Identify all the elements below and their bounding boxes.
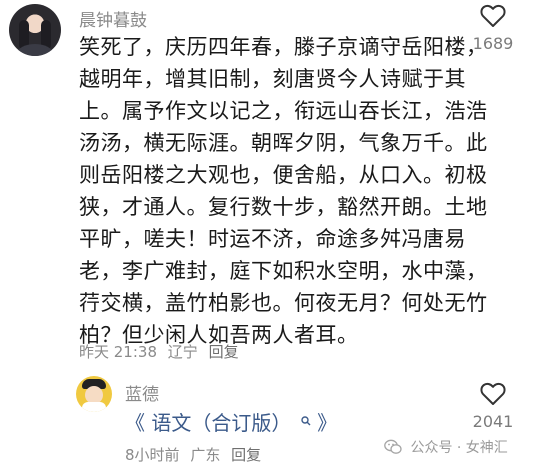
link-bracket-open: 《 [125, 411, 145, 435]
comment-meta: 8小时前 广东 回复 [125, 444, 267, 465]
heart-outline-icon [480, 382, 506, 405]
link-title[interactable]: 语文（合订版） [151, 411, 291, 435]
comment-line: 老，李广难封，庭下如积水空明，水中藻， [79, 259, 488, 283]
avatar[interactable] [9, 4, 61, 56]
comment-line: 笑死了，庆历四年春，滕子京谪守岳阳楼， [79, 35, 488, 59]
comment-line: 汤汤，横无际涯。朝晖夕阴，气象万千。此 [79, 131, 488, 155]
comment-line: 平旷，嗟夫！时运不济，命途多舛冯唐易 [79, 227, 466, 251]
comment-line: 越明年，增其旧制，刻唐贤今人诗赋于其 [79, 67, 466, 91]
comment-location: 辽宁 [167, 343, 198, 361]
watermark-text: 公众号 · 女神汇 [410, 440, 508, 456]
comment-time: 8小时前 [125, 446, 180, 464]
comment-meta: 昨天 21:38 辽宁 回复 [79, 341, 245, 362]
avatar[interactable] [76, 376, 112, 412]
comment-line: 荇交横，盖竹柏影也。何夜无月？何处无竹 [79, 291, 488, 315]
comment-text: 笑死了，庆历四年春，滕子京谪守岳阳楼， 越明年，增其旧制，刻唐贤今人诗赋于其 上… [79, 31, 488, 351]
search-icon[interactable] [301, 407, 311, 431]
avatar-shirt [82, 402, 106, 412]
wechat-icon [384, 439, 402, 459]
like-button[interactable]: 2041 [463, 382, 523, 431]
comment-time: 昨天 21:38 [79, 343, 157, 361]
comment-line: 狭，才通人。复行数十步，豁然开朗。土地 [79, 195, 488, 219]
comment-line: 则岳阳楼之大观也，便舍船，从口入。初极 [79, 163, 488, 187]
comment-username[interactable]: 晨钟暮鼓 [79, 6, 147, 31]
comment-line: 上。属予作文以记之，衔远山吞长江，浩浩 [79, 99, 488, 123]
link-bracket-close: 》 [317, 411, 338, 435]
watermark: 公众号 · 女神汇 [384, 437, 508, 459]
reply-button[interactable]: 回复 [231, 446, 261, 464]
reply-button[interactable]: 回复 [209, 343, 239, 361]
comment-username[interactable]: 蓝德 [125, 380, 159, 405]
comment-link[interactable]: 《 语文（合订版） 》 [125, 407, 337, 436]
comment-location: 广东 [190, 446, 221, 464]
heart-outline-icon [480, 4, 506, 27]
like-count: 2041 [472, 412, 514, 431]
